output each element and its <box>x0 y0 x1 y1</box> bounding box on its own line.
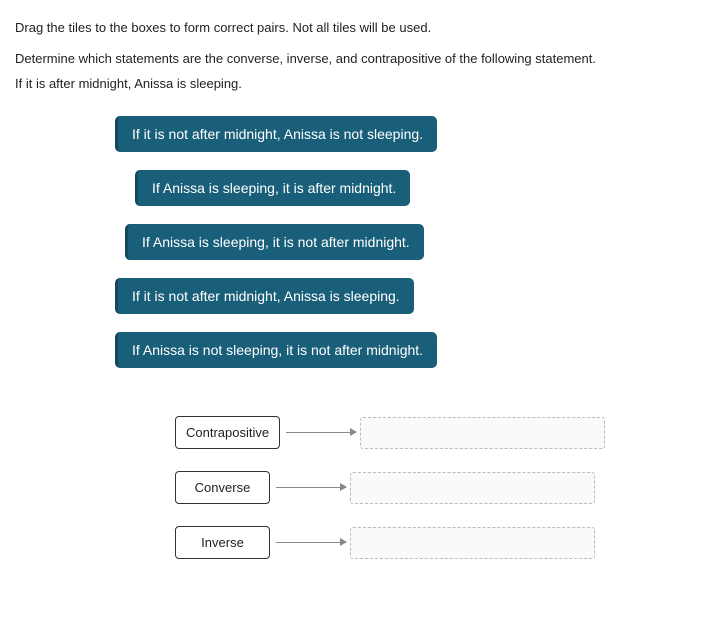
drop-zone-converse[interactable] <box>350 472 595 504</box>
tile[interactable]: If Anissa is sleeping, it is after midni… <box>135 170 410 206</box>
tile[interactable]: If Anissa is not sleeping, it is not aft… <box>115 332 437 368</box>
answer-row-inverse: Inverse <box>175 526 690 559</box>
arrow-icon <box>286 432 356 433</box>
arrow-icon <box>276 542 346 543</box>
premise-text: If it is after midnight, Anissa is sleep… <box>15 76 690 91</box>
tiles-container: If it is not after midnight, Anissa is n… <box>15 116 690 386</box>
answer-row-contrapositive: Contrapositive <box>175 416 690 449</box>
label-inverse: Inverse <box>175 526 270 559</box>
answer-area: Contrapositive Converse Inverse <box>15 416 690 559</box>
question-text: Determine which statements are the conve… <box>15 51 690 66</box>
label-contrapositive: Contrapositive <box>175 416 280 449</box>
tile[interactable]: If Anissa is sleeping, it is not after m… <box>125 224 424 260</box>
instructions-text: Drag the tiles to the boxes to form corr… <box>15 20 690 35</box>
drop-zone-inverse[interactable] <box>350 527 595 559</box>
tile[interactable]: If it is not after midnight, Anissa is n… <box>115 116 437 152</box>
arrow-icon <box>276 487 346 488</box>
label-converse: Converse <box>175 471 270 504</box>
tile[interactable]: If it is not after midnight, Anissa is s… <box>115 278 414 314</box>
drop-zone-contrapositive[interactable] <box>360 417 605 449</box>
answer-row-converse: Converse <box>175 471 690 504</box>
